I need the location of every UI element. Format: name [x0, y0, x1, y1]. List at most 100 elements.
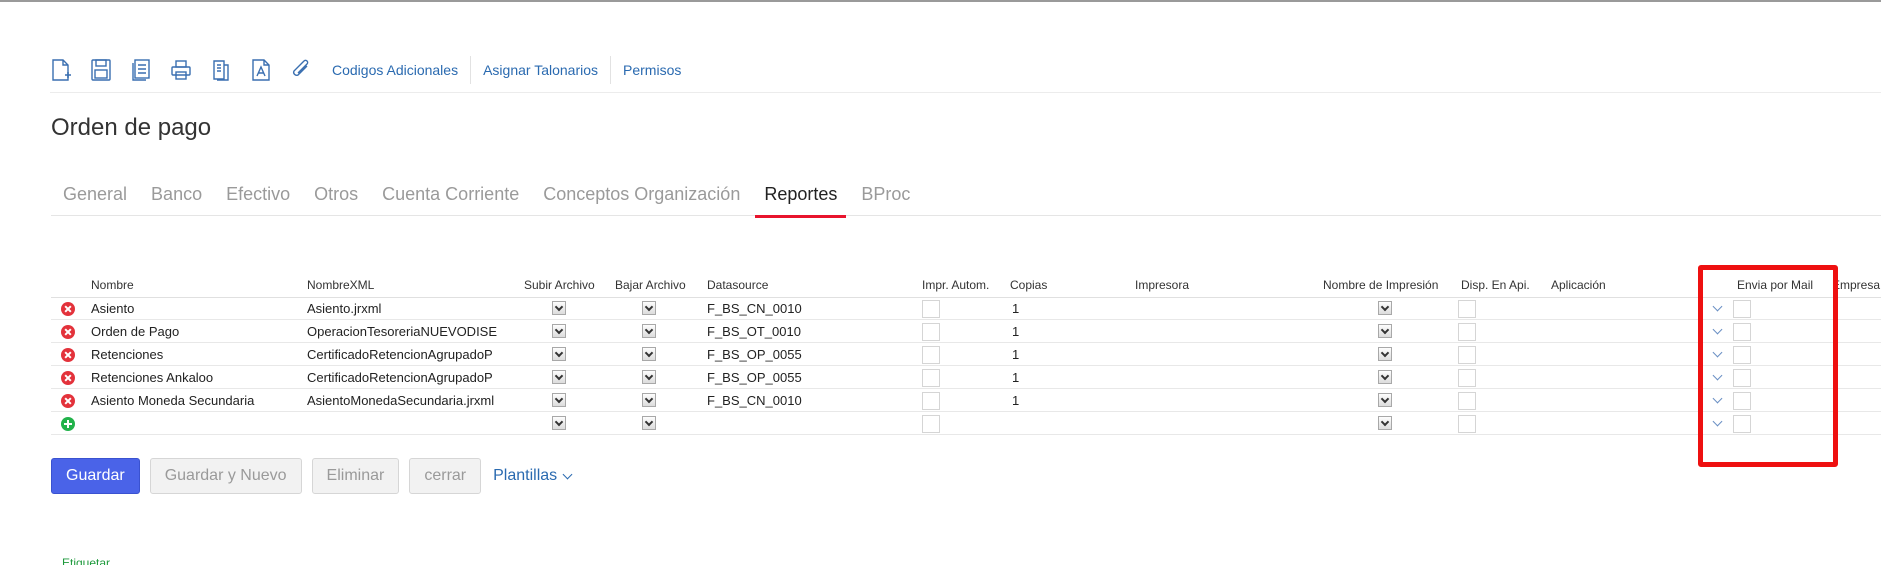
cell-copias[interactable]: 1: [1012, 370, 1019, 385]
disp-en-api-checkbox[interactable]: [1458, 323, 1476, 341]
impr-autom-checkbox[interactable]: [922, 346, 940, 364]
bajar-archivo-dropdown[interactable]: [642, 324, 656, 338]
bajar-archivo-dropdown[interactable]: [642, 416, 656, 430]
chevron-down-icon: [562, 469, 573, 479]
impr-autom-checkbox[interactable]: [922, 323, 940, 341]
tab-reportes[interactable]: Reportes: [752, 180, 849, 218]
delete-row-icon[interactable]: [61, 348, 75, 362]
subir-archivo-dropdown[interactable]: [552, 347, 566, 361]
action-bar: Guardar Guardar y Nuevo Eliminar cerrar …: [51, 458, 573, 494]
cell-nombre[interactable]: Orden de Pago: [91, 324, 296, 339]
permisos-link[interactable]: Permisos: [610, 56, 693, 84]
header-nombre-xml: NombreXML: [307, 278, 375, 292]
cell-nombre-xml[interactable]: CertificadoRetencionAgrupadoP: [307, 347, 507, 362]
bajar-archivo-dropdown[interactable]: [642, 301, 656, 315]
disp-en-api-checkbox[interactable]: [1458, 346, 1476, 364]
table-row: Asiento Moneda Secundaria AsientoMonedaS…: [51, 390, 1881, 412]
cell-nombre[interactable]: Asiento Moneda Secundaria: [91, 393, 296, 408]
envia-por-mail-highlight: [1698, 265, 1838, 467]
subir-archivo-dropdown[interactable]: [552, 370, 566, 384]
delete-row-icon[interactable]: [61, 325, 75, 339]
table-row: Retenciones CertificadoRetencionAgrupado…: [51, 344, 1881, 366]
nombre-impresion-dropdown[interactable]: [1378, 370, 1392, 384]
cell-nombre[interactable]: Asiento: [91, 301, 296, 316]
cell-nombre-xml[interactable]: AsientoMonedaSecundaria.jrxml: [307, 393, 507, 408]
plantillas-label: Plantillas: [493, 467, 558, 484]
eliminar-button[interactable]: Eliminar: [311, 458, 400, 494]
table-row: Orden de Pago OperacionTesoreriaNUEVODIS…: [51, 321, 1881, 343]
tab-conceptos-organizacion[interactable]: Conceptos Organización: [531, 180, 752, 216]
bajar-archivo-dropdown[interactable]: [642, 393, 656, 407]
header-disp-en-api: Disp. En Api.: [1461, 278, 1530, 292]
cell-datasource[interactable]: F_BS_OP_0055: [707, 370, 802, 385]
header-bajar-archivo: Bajar Archivo: [615, 278, 686, 292]
print-icon[interactable]: [170, 57, 192, 83]
tab-otros[interactable]: Otros: [302, 180, 370, 216]
delete-row-icon[interactable]: [61, 371, 75, 385]
cell-datasource[interactable]: F_BS_CN_0010: [707, 301, 802, 316]
asignar-talonarios-link[interactable]: Asignar Talonarios: [470, 56, 610, 84]
tab-general[interactable]: General: [51, 180, 139, 216]
tab-efectivo[interactable]: Efectivo: [214, 180, 302, 216]
nombre-impresion-dropdown[interactable]: [1378, 324, 1392, 338]
guardar-button[interactable]: Guardar: [51, 458, 140, 494]
header-impresora: Impresora: [1135, 278, 1190, 292]
new-document-icon[interactable]: [50, 57, 72, 83]
cell-copias[interactable]: 1: [1012, 347, 1019, 362]
subir-archivo-dropdown[interactable]: [552, 324, 566, 338]
report-icon[interactable]: [210, 57, 232, 83]
cell-datasource[interactable]: F_BS_OP_0055: [707, 347, 802, 362]
cell-nombre[interactable]: Retenciones: [91, 347, 296, 362]
cell-datasource[interactable]: F_BS_CN_0010: [707, 393, 802, 408]
cerrar-button[interactable]: cerrar: [409, 458, 482, 494]
nombre-impresion-dropdown[interactable]: [1378, 301, 1392, 315]
tab-cuenta-corriente[interactable]: Cuenta Corriente: [370, 180, 531, 216]
bajar-archivo-dropdown[interactable]: [642, 370, 656, 384]
tab-banco[interactable]: Banco: [139, 180, 214, 216]
impr-autom-checkbox[interactable]: [922, 300, 940, 318]
save-icon[interactable]: [90, 57, 112, 83]
subir-archivo-dropdown[interactable]: [552, 416, 566, 430]
page-title: Orden de pago: [51, 114, 212, 141]
text-document-icon[interactable]: [250, 57, 272, 83]
delete-row-icon[interactable]: [61, 302, 75, 316]
codigos-adicionales-link[interactable]: Codigos Adicionales: [330, 56, 470, 84]
cell-nombre-xml[interactable]: Asiento.jrxml: [307, 301, 507, 316]
cell-nombre-xml[interactable]: CertificadoRetencionAgrupadoP: [307, 370, 507, 385]
header-nombre: Nombre: [91, 278, 134, 292]
tab-bproc[interactable]: BProc: [849, 180, 922, 216]
table-row: Retenciones Ankaloo CertificadoRetencion…: [51, 367, 1881, 389]
disp-en-api-checkbox[interactable]: [1458, 415, 1476, 433]
delete-row-icon[interactable]: [61, 394, 75, 408]
cell-copias[interactable]: 1: [1012, 393, 1019, 408]
disp-en-api-checkbox[interactable]: [1458, 392, 1476, 410]
guardar-y-nuevo-button[interactable]: Guardar y Nuevo: [149, 458, 302, 494]
disp-en-api-checkbox[interactable]: [1458, 369, 1476, 387]
window-top-border: [0, 0, 1881, 2]
cell-datasource[interactable]: F_BS_OT_0010: [707, 324, 801, 339]
cell-copias[interactable]: 1: [1012, 324, 1019, 339]
copy-icon[interactable]: [130, 57, 152, 83]
header-subir-archivo: Subir Archivo: [524, 278, 595, 292]
toolbar: Codigos Adicionales Asignar Talonarios P…: [50, 56, 693, 84]
nombre-impresion-dropdown[interactable]: [1378, 393, 1392, 407]
bajar-archivo-dropdown[interactable]: [642, 347, 656, 361]
plantillas-dropdown[interactable]: Plantillas: [493, 467, 573, 485]
subir-archivo-dropdown[interactable]: [552, 393, 566, 407]
subir-archivo-dropdown[interactable]: [552, 301, 566, 315]
cell-copias[interactable]: 1: [1012, 301, 1019, 316]
attachment-icon[interactable]: [290, 57, 312, 83]
header-aplicacion: Aplicación: [1551, 278, 1606, 292]
impr-autom-checkbox[interactable]: [922, 415, 940, 433]
add-row-icon[interactable]: [61, 417, 75, 431]
disp-en-api-checkbox[interactable]: [1458, 300, 1476, 318]
cell-nombre[interactable]: Retenciones Ankaloo: [91, 370, 296, 385]
impr-autom-checkbox[interactable]: [922, 392, 940, 410]
cell-nombre-xml[interactable]: OperacionTesoreriaNUEVODISE: [307, 324, 507, 339]
nombre-impresion-dropdown[interactable]: [1378, 416, 1392, 430]
impr-autom-checkbox[interactable]: [922, 369, 940, 387]
header-datasource: Datasource: [707, 278, 769, 292]
nombre-impresion-dropdown[interactable]: [1378, 347, 1392, 361]
etiquetar-link[interactable]: Etiquetar: [62, 556, 110, 565]
header-nombre-impresion: Nombre de Impresión: [1323, 278, 1439, 292]
